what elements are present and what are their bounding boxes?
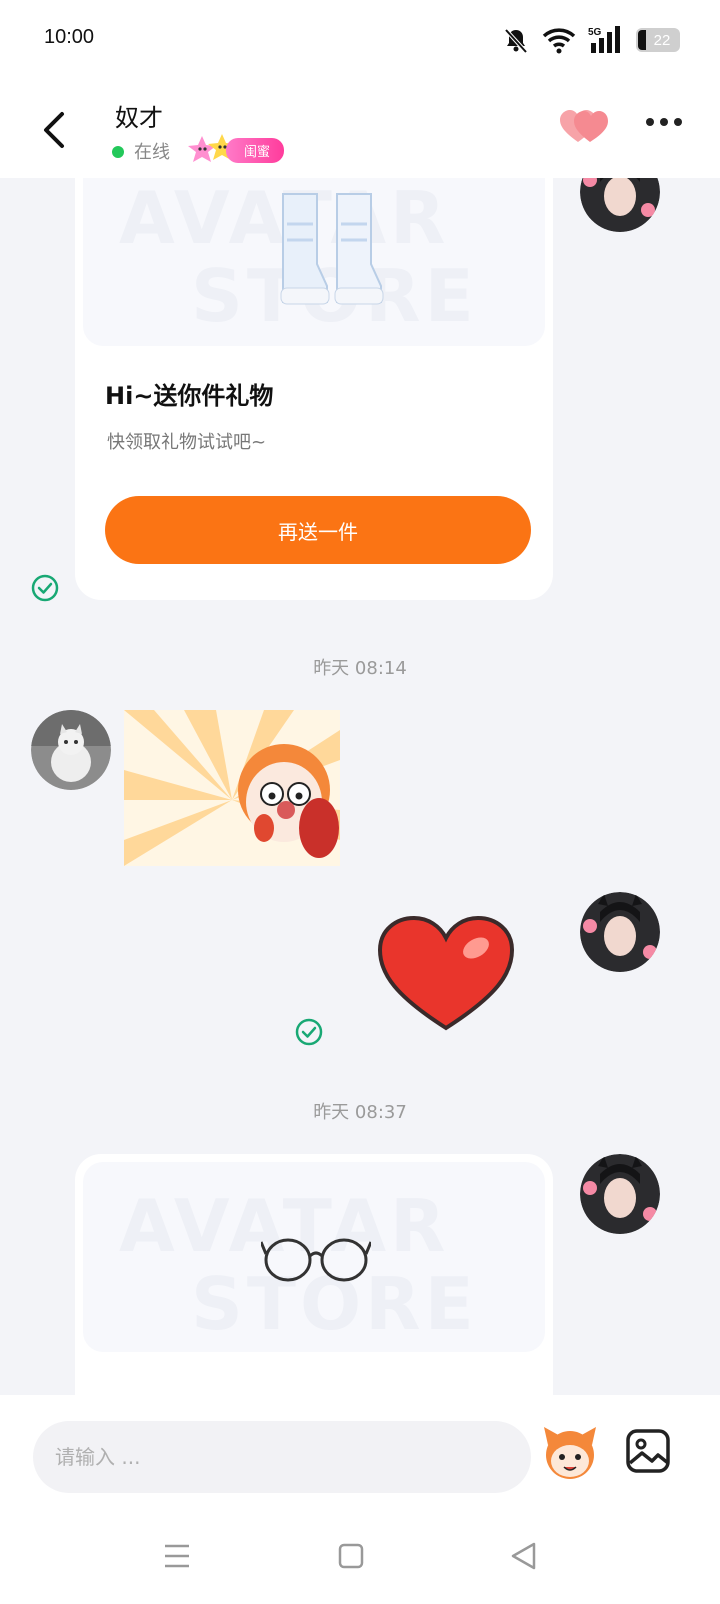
mute-bell-icon <box>504 28 528 54</box>
status-bar: 10:00 5G 22 <box>0 0 720 80</box>
gift-card-message[interactable]: AVATAR STORE <box>75 1154 553 1395</box>
timestamp: 昨天 08:37 <box>313 1102 407 1123</box>
gift-image-area: AVATAR STORE <box>83 178 545 346</box>
contact-name[interactable]: 奴才 <box>115 98 163 133</box>
mascot-emoji-button[interactable] <box>540 1425 600 1481</box>
timestamp: 昨天 08:14 <box>313 658 407 679</box>
my-avatar[interactable] <box>580 178 660 232</box>
system-nav-bar <box>0 1510 720 1604</box>
back-button[interactable] <box>36 106 76 154</box>
more-options-button[interactable] <box>646 118 682 126</box>
read-check-icon <box>31 574 59 602</box>
my-avatar[interactable] <box>580 1154 660 1234</box>
home-button[interactable] <box>338 1543 364 1569</box>
status-time: 10:00 <box>44 26 95 48</box>
relationship-badge[interactable]: 闺蜜 <box>188 132 285 168</box>
wifi-icon <box>542 28 576 54</box>
online-status: 在线 <box>134 142 170 163</box>
battery-icon: 22 <box>636 28 680 52</box>
clown-sticker-image[interactable] <box>124 710 340 866</box>
gift-image-area: AVATAR STORE <box>83 1162 545 1352</box>
message-input[interactable] <box>33 1421 531 1493</box>
input-bar <box>0 1395 720 1510</box>
svg-text:5G: 5G <box>588 27 602 38</box>
heart-sticker-image[interactable] <box>376 916 516 1036</box>
signal-5g-icon: 5G <box>588 26 620 53</box>
back-nav-button[interactable] <box>510 1542 538 1570</box>
read-check-icon <box>295 1018 323 1046</box>
glasses-item-image <box>261 1238 371 1282</box>
status-icons: 5G 22 <box>502 22 680 58</box>
intimacy-hearts-icon[interactable] <box>560 110 610 146</box>
gift-subtitle: 快领取礼物试试吧~ <box>107 432 267 453</box>
image-picker-button[interactable] <box>626 1429 670 1473</box>
gift-card-message[interactable]: AVATAR STORE Hi~送你件礼物 快领取礼物试试吧~ 再送一件 <box>75 178 553 600</box>
gift-title: Hi~送你件礼物 <box>105 382 274 410</box>
online-dot <box>112 146 124 158</box>
my-avatar[interactable] <box>580 892 660 972</box>
send-another-gift-button[interactable]: 再送一件 <box>105 496 531 564</box>
chat-list[interactable]: AVATAR STORE Hi~送你件礼物 快领取礼物试试吧~ 再送一件 昨天 … <box>0 178 720 1395</box>
boots-item-image <box>280 193 384 305</box>
contact-avatar[interactable] <box>31 710 111 790</box>
recent-apps-button[interactable] <box>163 1542 191 1570</box>
badge-label: 闺蜜 <box>226 137 285 163</box>
chat-header: 奴才 在线 闺蜜 <box>0 80 720 178</box>
